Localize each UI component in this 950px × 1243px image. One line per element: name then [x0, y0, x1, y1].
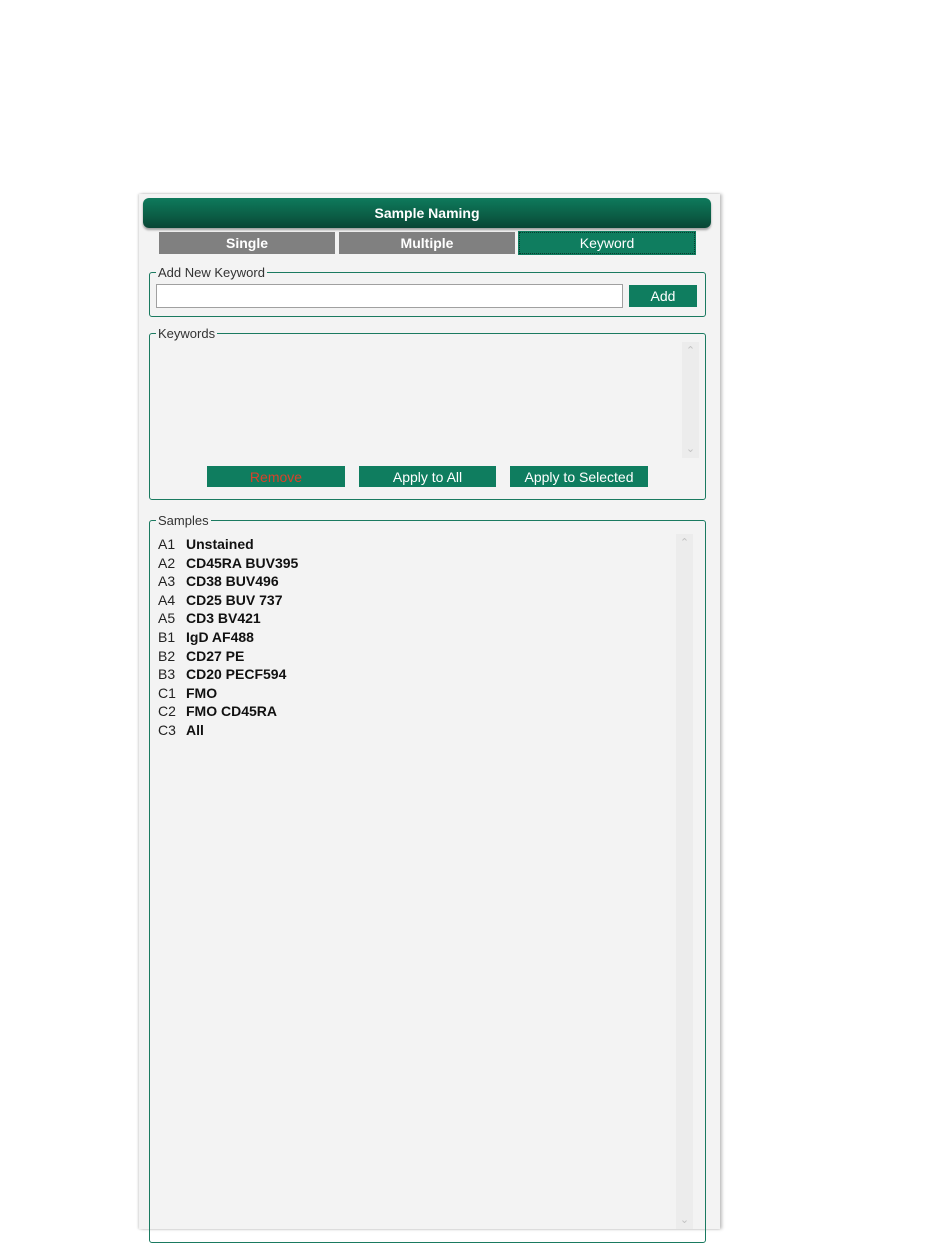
- sample-name: Unstained: [186, 536, 254, 552]
- samples-scrollbar[interactable]: ⌃ ⌄: [676, 534, 693, 1229]
- apply-to-selected-button[interactable]: Apply to Selected: [510, 466, 648, 487]
- list-item[interactable]: B3 CD20 PECF594: [158, 665, 298, 684]
- new-keyword-input[interactable]: [156, 284, 623, 308]
- keywords-group-label: Keywords: [158, 326, 216, 341]
- sample-well: A4: [158, 591, 176, 608]
- list-item[interactable]: A4 CD25 BUV 737: [158, 591, 298, 610]
- sample-well: A3: [158, 573, 176, 590]
- list-item[interactable]: A2 CD45RA BUV395: [158, 554, 298, 573]
- list-item[interactable]: C3 All: [158, 721, 298, 740]
- list-item[interactable]: A5 CD3 BV421: [158, 609, 298, 628]
- sample-well: A2: [158, 554, 176, 571]
- chevron-down-icon[interactable]: ⌄: [676, 1213, 693, 1227]
- list-item[interactable]: A3 CD38 BUV496: [158, 572, 298, 591]
- list-item[interactable]: C1 FMO: [158, 684, 298, 703]
- list-item[interactable]: B1 IgD AF488: [158, 628, 298, 647]
- sample-name: FMO CD45RA: [186, 703, 278, 720]
- chevron-up-icon[interactable]: ⌃: [682, 344, 699, 358]
- sample-well: C3: [158, 721, 176, 738]
- sample-well: B1: [158, 628, 176, 645]
- sample-name: CD3 BV421: [186, 610, 261, 627]
- keywords-scrollbar[interactable]: ⌃ ⌄: [682, 342, 699, 458]
- apply-to-all-button[interactable]: Apply to All: [359, 466, 496, 487]
- sample-name: CD27 PE: [186, 647, 245, 664]
- list-item[interactable]: B2 CD27 PE: [158, 647, 298, 666]
- sample-well: C1: [158, 684, 176, 701]
- remove-keyword-button[interactable]: Remove: [207, 466, 345, 487]
- samples-list: A1 Unstained A2 CD45RA BUV395 A3 CD38 BUV49…: [158, 535, 298, 740]
- sample-name: CD20 PECF594: [186, 666, 287, 683]
- sample-name: CD25 BUV 737: [186, 591, 283, 608]
- sample-name: CD38 BUV496: [186, 573, 279, 590]
- add-keyword-button[interactable]: Add: [629, 285, 697, 307]
- sample-well: C2: [158, 703, 176, 720]
- sample-name: CD45RA BUV395: [186, 554, 299, 571]
- sample-well: B3: [158, 666, 176, 683]
- sample-naming-panel: Sample Naming Single Multiple Keyword Ad…: [139, 194, 720, 1243]
- sample-well: B2: [158, 647, 176, 664]
- tab-multiple[interactable]: Multiple: [339, 232, 515, 254]
- list-item[interactable]: A1 Unstained: [158, 535, 298, 554]
- panel-title: Sample Naming: [143, 198, 711, 228]
- samples-group-label: Samples: [158, 513, 209, 528]
- chevron-up-icon[interactable]: ⌃: [676, 536, 693, 550]
- sample-name: All: [186, 721, 204, 738]
- sample-name: IgD AF488: [186, 628, 254, 645]
- add-keyword-group-label: Add New Keyword: [158, 265, 265, 280]
- keywords-list[interactable]: [156, 342, 679, 458]
- tab-keyword[interactable]: Keyword: [518, 231, 696, 255]
- sample-well: A1: [158, 536, 176, 552]
- sample-well: A5: [158, 610, 176, 627]
- sample-name: FMO: [186, 684, 218, 701]
- chevron-down-icon[interactable]: ⌄: [682, 442, 699, 456]
- tab-single[interactable]: Single: [159, 232, 335, 254]
- list-item[interactable]: C2 FMO CD45RA: [158, 702, 298, 721]
